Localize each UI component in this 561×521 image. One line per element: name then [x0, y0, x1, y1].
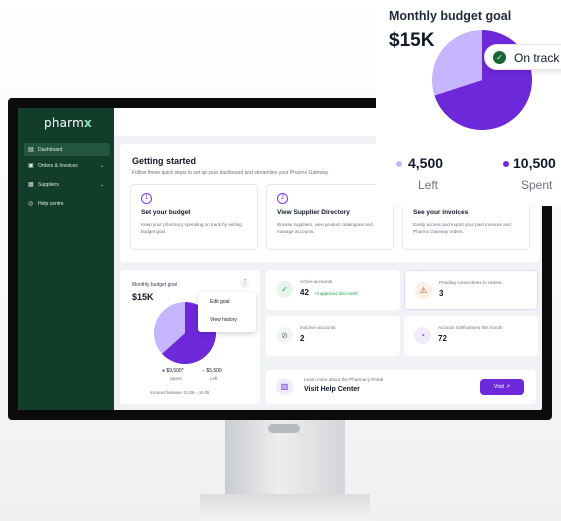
stat-value: 3: [439, 289, 444, 298]
stat-card-account-notifications[interactable]: ◔ Account notifications this month 72: [404, 316, 538, 356]
stat-label: Active accounts: [300, 279, 333, 284]
step-description: Browse suppliers, view product catalogue…: [277, 222, 373, 234]
legend-left-label: Left: [210, 376, 218, 381]
stat-card-inactive-accounts[interactable]: ⊘ Inactive accounts 2: [266, 316, 400, 356]
getting-started-title: Getting started: [132, 156, 197, 166]
logo-mark: x: [84, 116, 92, 130]
badge-text: On track: [514, 51, 560, 65]
stat-delta: +3 approved this month: [314, 291, 358, 296]
orders-icon: ▣: [28, 162, 34, 169]
pharmx-logo[interactable]: pharmx: [44, 116, 92, 130]
bell-icon: ◔: [414, 327, 431, 344]
legend-value: $5,500: [206, 368, 222, 374]
on-track-badge: ✓ On track: [484, 44, 561, 70]
chevron-down-icon: ⌄: [99, 162, 104, 169]
more-options-icon[interactable]: ⋮: [240, 278, 250, 288]
overlay-left-value: 4,500: [408, 155, 444, 171]
sidebar-item-orders-invoices[interactable]: ▣ Orders & Invoices ⌄: [24, 159, 110, 172]
step-description: Keep your pharmacy spending on track by …: [141, 222, 242, 234]
sidebar-item-label: Orders & Invoices: [38, 162, 78, 169]
overlay-amount: $15K: [389, 30, 435, 51]
book-icon: ▥: [276, 378, 293, 395]
sidebar-item-label: Help centre: [38, 200, 64, 207]
help-title: Visit Help Center: [304, 386, 360, 393]
step-title: Set your budget: [141, 209, 191, 216]
step-number: 1: [141, 193, 152, 204]
step-description: Easily access and export your past invoi…: [413, 222, 511, 234]
step-set-budget[interactable]: 1 Set your budget Keep your pharmacy spe…: [130, 184, 258, 250]
help-center-card: ▥ Learn more about the Pharmacy Portal V…: [266, 370, 536, 404]
help-icon: ◎: [28, 200, 34, 207]
logo-text: pharm: [44, 116, 84, 130]
stat-label: Pending connections to review: [439, 280, 502, 285]
chevron-down-icon: ⌄: [99, 181, 104, 188]
spent-legend-dot: [503, 161, 509, 167]
help-subtitle: Learn more about the Pharmacy Portal: [304, 377, 384, 382]
budget-goal-card: Monthly budget goal $15K ⋮ Edit goal Vie…: [120, 270, 260, 404]
monitor-stand-base: [200, 494, 370, 521]
legend-value: $9,500*: [166, 368, 184, 374]
check-icon: ✓: [493, 51, 506, 64]
legend-spent-label: Spent: [170, 376, 182, 381]
stat-card-active-accounts[interactable]: ✓ Active accounts 42 +3 approved this mo…: [266, 270, 400, 310]
overlay-title: Monthly budget goal: [389, 9, 512, 23]
legend-left-value: ● $5,500: [202, 368, 222, 374]
legend-dot: ●: [162, 368, 166, 374]
budget-card-amount: $15K: [132, 292, 154, 302]
menu-item-view-history[interactable]: View history: [210, 317, 237, 323]
overlay-spent-value: 10,500: [513, 155, 556, 171]
budget-goal-zoom-card: Monthly budget goal $15K ✓ On track 4,50…: [376, 0, 561, 206]
budget-invoiced-note: Invoiced between 01.05 – 16.05: [150, 390, 210, 395]
warning-icon: ⚠: [415, 282, 432, 299]
step-title: View Supplier Directory: [277, 209, 350, 216]
user-check-icon: ✓: [276, 281, 293, 298]
getting-started-subtitle: Follow these quick steps to set up your …: [132, 170, 329, 176]
stat-label: Account notifications this month: [438, 325, 503, 330]
overlay-spent-label: Spent: [521, 178, 553, 192]
stat-value: 42: [300, 288, 309, 297]
menu-item-edit-goal[interactable]: Edit goal: [210, 299, 229, 305]
suppliers-icon: ▦: [28, 181, 34, 188]
stat-value: 72: [438, 334, 447, 343]
dashboard-icon: ▤: [28, 146, 34, 153]
sidebar-item-label: Dashboard: [38, 146, 63, 153]
step-view-supplier-directory[interactable]: 2 View Supplier Directory Browse supplie…: [266, 184, 394, 250]
overlay-left-label: Left: [418, 178, 439, 192]
visit-button-label: Visit: [493, 384, 505, 390]
sidebar-item-suppliers[interactable]: ▦ Suppliers ⌄: [24, 178, 110, 191]
visit-button[interactable]: Visit ↗: [480, 379, 524, 395]
sidebar-item-help-centre[interactable]: ◎ Help centre: [24, 197, 110, 210]
legend-dot: ●: [202, 368, 206, 374]
step-title: See your invoices: [413, 209, 469, 216]
external-link-icon: ↗: [505, 384, 511, 390]
budget-card-title: Monthly budget goal: [132, 282, 178, 288]
stat-card-pending-connections[interactable]: ⚠ Pending connections to review 3: [404, 270, 538, 310]
monitor-stand-notch: [268, 424, 300, 433]
budget-options-menu: Edit goal View history: [198, 292, 256, 332]
user-off-icon: ⊘: [276, 327, 293, 344]
left-legend-dot: [396, 161, 402, 167]
legend-spent-value: ● $9,500*: [162, 368, 184, 374]
stat-label: Inactive accounts: [300, 325, 336, 330]
sidebar-item-dashboard[interactable]: ▤ Dashboard: [24, 143, 110, 156]
sidebar: pharmx ▤ Dashboard ▣ Orders & Invoices ⌄…: [18, 108, 114, 410]
sidebar-item-label: Suppliers: [38, 181, 59, 188]
stat-value: 2: [300, 334, 305, 343]
step-number: 2: [277, 193, 288, 204]
